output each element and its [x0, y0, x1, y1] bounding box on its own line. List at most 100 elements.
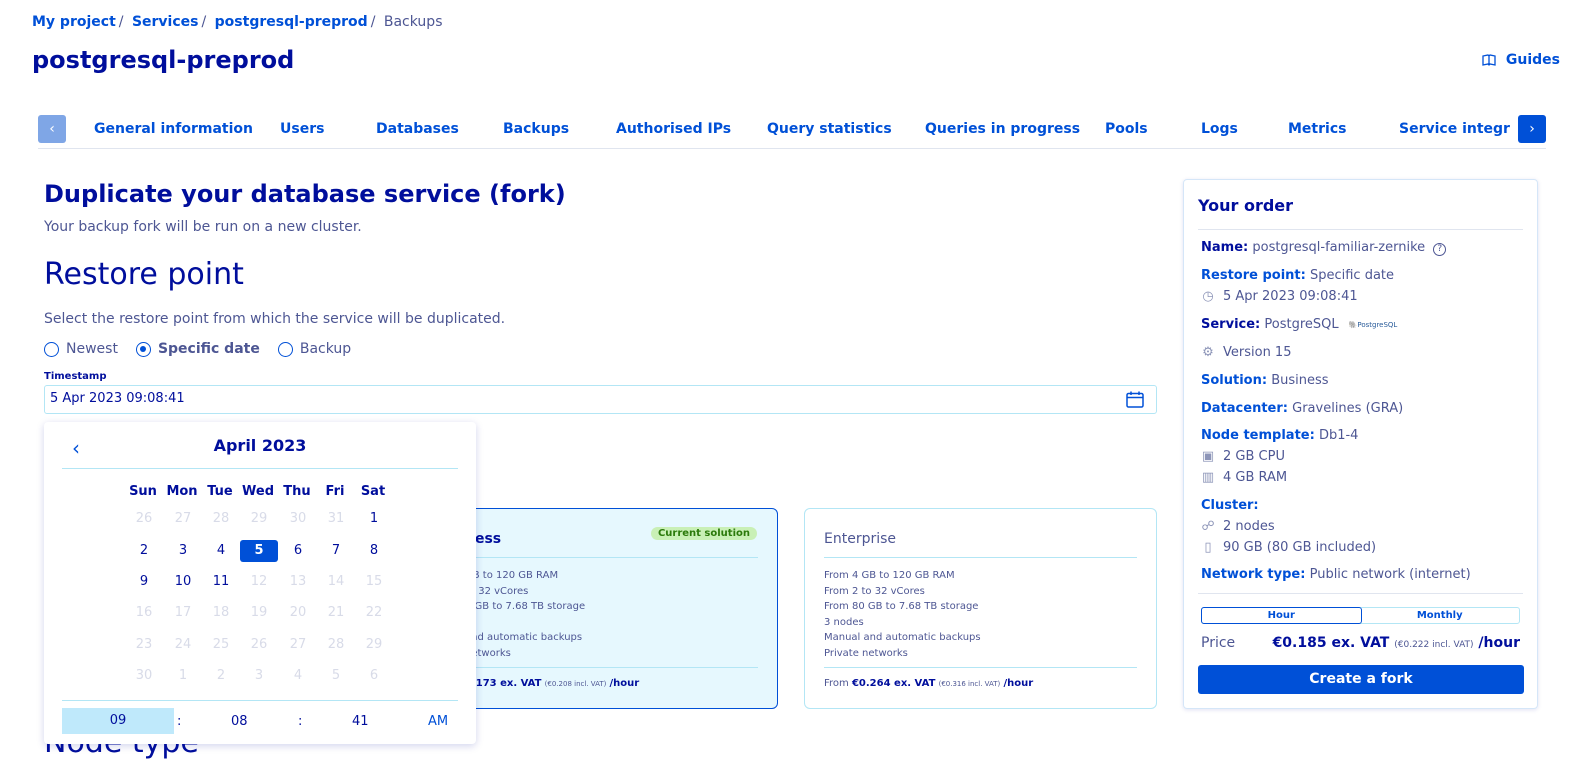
tabs-scroll-right-button[interactable]: › — [1518, 115, 1546, 143]
calendar-day: 26 — [250, 637, 268, 652]
tab-list: General information Users Databases Back… — [78, 115, 1510, 147]
billing-option-hour[interactable]: Hour — [1201, 607, 1362, 624]
order-restore-point: Restore point: Specific date — [1201, 268, 1395, 283]
tab-service-integration[interactable]: Service integration — [1399, 121, 1510, 137]
calendar-day: 24 — [174, 637, 192, 652]
fork-subtitle: Your backup fork will be run on a new cl… — [44, 219, 362, 235]
storage-icon: ▯ — [1204, 540, 1212, 555]
tab-authorised-ips[interactable]: Authorised IPs — [616, 121, 731, 137]
order-name: Name: postgresql-familiar-zernike ? — [1201, 240, 1447, 256]
hour-input[interactable]: 09 — [62, 708, 174, 734]
calendar-day[interactable]: 3 — [164, 540, 202, 562]
tab-pools[interactable]: Pools — [1105, 121, 1148, 137]
timestamp-label: Timestamp — [44, 371, 107, 382]
guides-link[interactable]: Guides — [1482, 52, 1560, 68]
calendar-day: 26 — [135, 511, 153, 526]
order-cluster: Cluster: — [1201, 498, 1259, 513]
tabs-scroll-left-button[interactable]: ‹ — [38, 115, 66, 143]
minute-input[interactable]: 08 — [231, 714, 248, 729]
breadcrumb-link-services[interactable]: Services — [132, 14, 199, 30]
tab-query-statistics[interactable]: Query statistics — [767, 121, 892, 137]
tab-backups[interactable]: Backups — [503, 121, 569, 137]
solution-card-business[interactable]: Current solution ness GB to 120 GB RAM t… — [445, 508, 778, 709]
calendar-day[interactable]: 1 — [355, 508, 393, 530]
feature-item: Private networks — [824, 647, 908, 659]
feature-item: From 2 to 32 vCores — [824, 585, 925, 597]
radio-newest[interactable]: Newest — [44, 341, 118, 357]
feature-item: From 80 GB to 7.68 TB storage — [824, 601, 979, 612]
calendar-day[interactable]: 8 — [355, 540, 393, 562]
solution-price: From €0.264 ex. VAT (€0.316 incl. VAT) /… — [824, 667, 1137, 689]
weekday-header: Tue — [207, 484, 233, 499]
calendar-day: 5 — [331, 668, 341, 683]
calendar-day[interactable]: 9 — [125, 571, 163, 593]
calendar-day: 29 — [250, 511, 268, 526]
solution-price: 0.173 ex. VAT (€0.208 incl. VAT) /hour — [465, 667, 758, 689]
solution-features: GB to 120 GB RAM to 32 vCores 0 GB to 7.… — [465, 568, 758, 661]
calendar-day: 21 — [327, 605, 345, 620]
feature-item: s — [465, 615, 758, 631]
weekday-header: Wed — [242, 484, 274, 499]
radio-circle[interactable] — [44, 341, 59, 357]
chevron-right-icon: › — [1529, 121, 1535, 137]
postgresql-logo: 🐘PostgreSQL — [1348, 320, 1398, 329]
book-icon — [1482, 54, 1496, 66]
tab-databases[interactable]: Databases — [376, 121, 459, 137]
calendar-day: 12 — [250, 574, 268, 589]
calendar-icon[interactable] — [1126, 391, 1144, 408]
calendar-divider — [62, 468, 458, 469]
tab-queries-in-progress[interactable]: Queries in progress — [925, 121, 1080, 137]
breadcrumb-link-service[interactable]: postgresql-preprod — [215, 14, 368, 30]
timestamp-input[interactable]: 5 Apr 2023 09:08:41 — [44, 385, 1157, 414]
calendar-day[interactable]: 11 — [202, 571, 240, 593]
price-value: €0.185 ex. VAT (€0.222 incl. VAT) /hour — [1272, 635, 1520, 651]
radio-circle[interactable] — [277, 341, 293, 357]
tab-logs[interactable]: Logs — [1201, 121, 1238, 137]
breadcrumb-link-project[interactable]: My project — [32, 14, 116, 30]
create-fork-button[interactable]: Create a fork — [1198, 665, 1524, 694]
calendar-day[interactable]: 5 — [240, 540, 278, 562]
weekday-header: Sat — [360, 484, 386, 499]
breadcrumb-current: Backups — [383, 14, 443, 30]
tab-general-information[interactable]: General information — [94, 121, 253, 137]
time-separator: : — [177, 714, 182, 729]
order-network: Network type: Public network (internet) — [1201, 567, 1471, 582]
radio-specific-date[interactable]: Specific date — [135, 341, 260, 357]
billing-toggle: Hour Monthly — [1201, 607, 1520, 624]
page-title: postgresql-preprod — [32, 46, 295, 74]
restore-point-title: Restore point — [44, 257, 244, 292]
calendar-day: 14 — [327, 574, 345, 589]
calendar-day[interactable]: 2 — [125, 540, 163, 562]
radio-backup[interactable]: Backup — [277, 341, 351, 357]
nodes-icon: ☍ — [1201, 519, 1215, 534]
radio-circle[interactable] — [135, 341, 151, 357]
chevron-left-icon: ‹ — [49, 121, 55, 137]
solution-card-enterprise[interactable]: Enterprise From 4 GB to 120 GB RAM From … — [804, 508, 1157, 709]
tab-users[interactable]: Users — [280, 121, 324, 137]
price-label: Price — [1201, 635, 1236, 651]
help-icon[interactable]: ? — [1433, 243, 1447, 256]
calendar-day: 4 — [293, 668, 303, 683]
calendar-divider — [62, 700, 458, 701]
memory-icon: ▥ — [1201, 470, 1215, 485]
second-input[interactable]: 41 — [352, 714, 369, 729]
calendar-day: 16 — [135, 605, 153, 620]
order-version: ⚙ Version 15 — [1202, 345, 1292, 360]
calendar-day: 3 — [254, 668, 264, 683]
billing-option-monthly[interactable]: Monthly — [1361, 608, 1520, 623]
calendar-day: 2 — [216, 668, 226, 683]
feature-item: to 32 vCores — [465, 585, 529, 597]
calendar-day[interactable]: 7 — [317, 540, 355, 562]
calendar-day[interactable]: 10 — [164, 571, 202, 593]
feature-item: GB to 120 GB RAM — [465, 570, 559, 581]
calendar-day[interactable]: 6 — [279, 540, 317, 562]
feature-item: networks — [465, 647, 511, 659]
calendar-day: 13 — [289, 574, 307, 589]
solution-name: Enterprise — [824, 531, 1137, 558]
cpu-icon: ▣ — [1201, 449, 1215, 464]
calendar-day: 15 — [365, 574, 383, 589]
tab-metrics[interactable]: Metrics — [1288, 121, 1346, 137]
order-title: Your order — [1198, 196, 1294, 215]
calendar-day[interactable]: 4 — [202, 540, 240, 562]
ampm-toggle[interactable]: AM — [428, 714, 448, 729]
